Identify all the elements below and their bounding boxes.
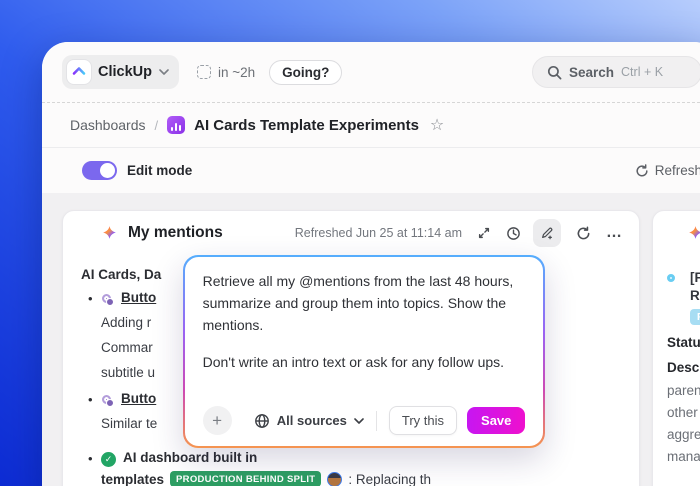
mention-text: subtitle u <box>101 365 155 380</box>
avatar <box>327 472 342 486</box>
mention-detail-line: templates PRODUCTION BEHIND SPLIT : Repl… <box>101 471 431 486</box>
save-button[interactable]: Save <box>467 407 525 434</box>
try-this-button[interactable]: Try this <box>389 406 457 435</box>
workspace-switcher[interactable]: ClickUp <box>62 55 179 89</box>
mention-text: : Replacing th <box>348 472 431 486</box>
task-link[interactable]: Re <box>690 288 700 303</box>
edit-mode-toggle[interactable] <box>82 161 117 180</box>
brand-name: ClickUp <box>98 64 152 80</box>
edit-prompt-icon[interactable] <box>533 219 561 247</box>
card-header: T <box>653 211 700 255</box>
clickup-logo-icon <box>67 60 91 84</box>
prompt-paragraph-1: Retrieve all my @mentions from the last … <box>203 270 526 337</box>
task-badge: P <box>690 309 700 325</box>
ai-sparkle-icon <box>687 225 700 242</box>
going-button[interactable]: Going? <box>269 60 342 85</box>
refresh-card-icon[interactable] <box>576 226 591 241</box>
breadcrumb: Dashboards / AI Cards Template Experimen… <box>42 103 700 148</box>
breadcrumb-dashboards[interactable]: Dashboards <box>70 117 146 133</box>
sources-label: All sources <box>277 413 347 428</box>
selection-box-icon <box>197 65 211 79</box>
add-button[interactable]: + <box>203 406 232 435</box>
mention-text: Adding r <box>101 315 151 330</box>
dashboard-icon <box>167 116 185 134</box>
body-text: paren <box>667 383 700 398</box>
mention-title: AI dashboard built in <box>123 450 257 465</box>
edit-mode-bar: Edit mode Refresh <box>42 148 700 193</box>
status-donut-icon <box>102 294 111 303</box>
mention-link[interactable]: Butto <box>121 290 156 305</box>
bullet: • <box>88 392 93 407</box>
mention-text: Similar te <box>101 416 157 431</box>
mention-text: Commar <box>101 340 153 355</box>
refresh-icon <box>635 164 649 178</box>
body-text: mana <box>667 449 700 464</box>
bullet: • <box>88 451 93 466</box>
globe-icon <box>254 413 270 429</box>
field-label: Statu <box>667 335 700 350</box>
ai-prompt-popup: Retrieve all my @mentions from the last … <box>183 255 545 448</box>
field-label: Desc <box>667 360 699 375</box>
body-text: other <box>667 405 698 420</box>
mention-text: templates <box>101 472 164 486</box>
chevron-down-icon <box>354 418 364 424</box>
search-icon <box>547 65 562 80</box>
refreshed-timestamp: Refreshed Jun 25 at 11:14 am <box>295 226 462 240</box>
mentions-heading: AI Cards, Da <box>81 267 161 282</box>
favorite-star-icon[interactable]: ☆ <box>430 115 444 135</box>
search-shortcut: Ctrl + K <box>621 65 663 79</box>
bullet: • <box>88 291 93 306</box>
chevron-down-icon <box>159 69 169 75</box>
prompt-editor[interactable]: Retrieve all my @mentions from the last … <box>185 257 544 447</box>
divider <box>376 411 377 431</box>
mention-link[interactable]: Butto <box>121 391 156 406</box>
search-input[interactable]: Search Ctrl + K <box>532 56 700 88</box>
sources-dropdown[interactable]: All sources <box>254 413 364 429</box>
breadcrumb-separator: / <box>155 118 159 133</box>
edit-mode-label: Edit mode <box>127 163 192 178</box>
more-options-icon[interactable]: … <box>606 224 623 242</box>
schedule-indicator[interactable]: in ~2h <box>197 65 255 80</box>
card-title: My mentions <box>128 224 223 242</box>
search-label: Search <box>569 65 614 80</box>
refresh-label: Refresh <box>655 163 700 178</box>
top-toolbar: ClickUp in ~2h Going? Search Ctrl + K <box>42 42 700 103</box>
body-text: aggre <box>667 427 700 442</box>
status-donut-icon <box>102 395 111 404</box>
right-card: T [F Re P Statu Desc paren other aggre m… <box>652 210 700 486</box>
task-status-icon <box>667 274 675 282</box>
status-badge: PRODUCTION BEHIND SPLIT <box>170 471 321 486</box>
popup-footer: + All sources Try this Save <box>203 406 526 435</box>
task-link[interactable]: [F <box>690 270 700 285</box>
history-icon[interactable] <box>506 226 521 241</box>
ai-sparkle-icon <box>101 225 118 242</box>
refresh-dashboard-button[interactable]: Refresh <box>635 163 700 178</box>
expand-icon[interactable] <box>477 226 491 240</box>
card-header: My mentions Refreshed Jun 25 at 11:14 am <box>63 211 639 255</box>
page-title: AI Cards Template Experiments <box>194 117 419 134</box>
prompt-paragraph-2: Don't write an intro text or ask for any… <box>203 351 526 373</box>
check-circle-icon: ✓ <box>101 452 116 467</box>
schedule-label: in ~2h <box>218 65 255 80</box>
